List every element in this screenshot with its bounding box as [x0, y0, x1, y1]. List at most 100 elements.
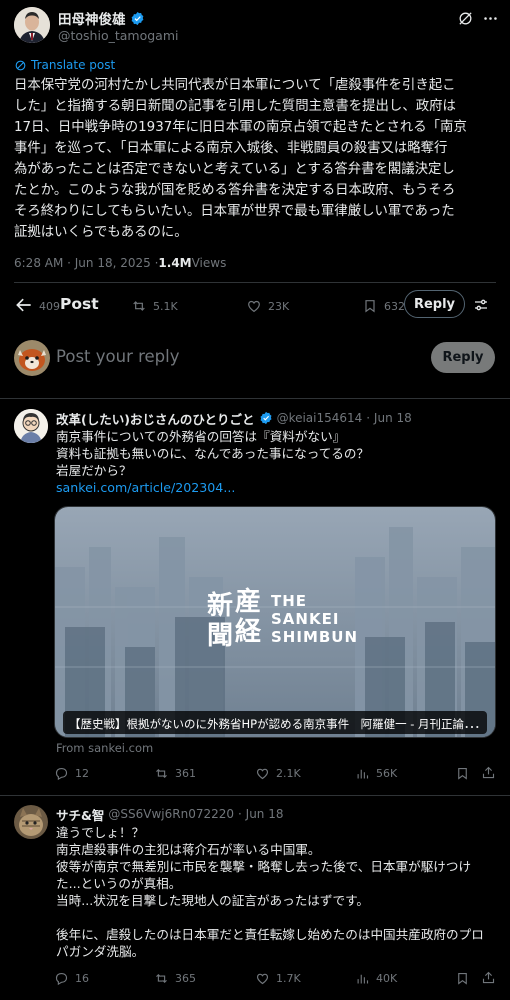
share-icon[interactable]: [481, 765, 496, 780]
divider: [0, 795, 510, 796]
like-icon: [256, 973, 269, 985]
bookmark-icon[interactable]: [455, 766, 470, 781]
divider: [14, 282, 496, 283]
bookmark-stat[interactable]: 632: [362, 298, 405, 314]
post-text-line: そろ終わりにしてもらいたい。日本軍が世界で最も軍律厳しい軍であった: [14, 204, 455, 219]
views-count: 40K: [376, 972, 398, 985]
logo-line-2: SANKEI: [271, 610, 340, 628]
translate-icon: [14, 59, 27, 72]
reply-text-line: 南京虐殺事件の主犯は蒋介石が率いる中国軍。: [56, 842, 321, 857]
reply-avatar[interactable]: [14, 805, 48, 839]
post-timestamp[interactable]: 6:28 AM · Jun 18, 2025 ·: [14, 256, 158, 270]
post-text-line: 事件」を巡って、「日本軍による南京入城後、非戦闘員の殺害又は略奪行: [14, 141, 448, 156]
reply-stat-replies[interactable]: 12: [54, 766, 89, 781]
logo-kanji-1: 産経: [235, 587, 262, 647]
divider: [0, 398, 510, 399]
reply-stat-views[interactable]: 56K: [355, 766, 397, 781]
logo-kanji-2: 新聞: [207, 591, 234, 651]
repost-count: 361: [175, 767, 196, 780]
card-source[interactable]: From sankei.com: [56, 741, 153, 755]
reply-link[interactable]: sankei.com/article/202304...: [56, 479, 496, 496]
reply-date[interactable]: · Jun 18: [366, 411, 411, 425]
reply-text-line: 彼等が南京で無差別に市民を襲撃・略奪し去った後で、日本軍が駆けつけ: [56, 859, 472, 874]
reply-text-line: 南京事件についての外務省の回答は『資料がない』: [56, 429, 346, 444]
post-text-line: 17日、日中戦争時の1937年に旧日本軍の南京占領で起きたとされる「南京: [14, 120, 467, 135]
reply-stat-replies[interactable]: 16: [54, 971, 89, 986]
reply-handle[interactable]: @keiai154614: [277, 411, 363, 425]
reply-text: 南京事件についての外務省の回答は『資料がない』 資料も証拠も無いのに、なんであっ…: [56, 428, 496, 496]
post-text-line: 日本保守党の河村たかし共同代表が日本軍について「虐殺事件を引き起こ: [14, 78, 456, 93]
views-count: 56K: [376, 767, 398, 780]
reply-stat-views[interactable]: 40K: [355, 971, 397, 986]
reply-text-line: 資料も証拠も無いのに、なんであった事になってるの？: [56, 446, 370, 461]
post-text-line: 証拠はいくらでもあるのに。: [14, 225, 188, 240]
reply-stat-reposts[interactable]: 365: [154, 971, 196, 986]
views-icon: [357, 769, 369, 779]
like-icon: [256, 768, 269, 780]
reply-handle[interactable]: @SS6Vwj6Rn072220: [108, 807, 234, 821]
like-icon: [248, 300, 260, 313]
post-text-line: 為があったことは否定できないと考えている」とする答弁書を閣議決定し: [14, 162, 455, 177]
grok-icon[interactable]: [457, 10, 474, 27]
reply-stat-likes[interactable]: 1.7K: [255, 971, 301, 986]
verified-badge-icon: [259, 411, 273, 425]
reply-count: 16: [75, 972, 89, 985]
reply-icon: [55, 972, 68, 986]
like-count: 2.1K: [276, 767, 301, 780]
repost-icon: [156, 973, 167, 984]
sticky-title: Post: [60, 295, 99, 313]
reply-text-line: 当時...状況を目撃した現地人の証言があったはずです。: [56, 893, 369, 908]
reply-avatar[interactable]: [14, 409, 48, 443]
like-count: 1.7K: [276, 972, 301, 985]
repost-count: 5.1K: [153, 299, 178, 313]
views-count: 1.4M: [158, 256, 192, 270]
translate-post-link[interactable]: Translate post: [31, 58, 115, 72]
reply-text-line: 違うでしょ！？: [56, 825, 145, 840]
reply-text-line: た...というのが真相。: [56, 876, 182, 891]
reply-author-name[interactable]: サチ&智: [56, 805, 104, 824]
bookmark-count: 632: [384, 299, 405, 313]
reply-icon: [55, 767, 68, 781]
main-author-handle[interactable]: @toshio_tamogami: [58, 28, 178, 43]
back-arrow-icon[interactable]: [14, 295, 34, 315]
views-icon: [357, 974, 369, 984]
logo-line-1: THE: [271, 592, 308, 610]
bookmark-icon[interactable]: [455, 971, 470, 986]
post-text-line: たとか。このような我が国を貶める答弁書を決定する日本政府、もうそろ: [14, 183, 456, 198]
bookmark-icon: [365, 300, 375, 313]
reply-text-line: [56, 909, 501, 926]
link-card[interactable]: 産経 THE SANKEI SHIMBUN 新聞 【歴史戦】根拠がないのに外務省…: [54, 506, 496, 738]
reply-date[interactable]: · Jun 18: [238, 807, 283, 821]
reply-author-name[interactable]: 改革(したい)おじさんのひとりごと: [56, 409, 255, 428]
user-avatar[interactable]: [14, 340, 50, 376]
reply-text-line: 後年に、虐殺したのは日本軍だと責任転嫁し始めたのは中国共産政府のプロ: [56, 927, 484, 942]
composer-reply-button[interactable]: Reply: [431, 342, 495, 373]
reply-stat-reposts[interactable]: 361: [154, 766, 196, 781]
views-label: Views: [191, 256, 227, 270]
post-text-line: した」と指摘する朝日新聞の記事を引用した質問主意書を提出し、政府は: [14, 99, 456, 114]
main-author-avatar[interactable]: [14, 7, 50, 43]
like-stat[interactable]: 23K: [246, 298, 289, 314]
repost-icon: [133, 301, 145, 311]
main-author-name[interactable]: 田母神俊雄: [58, 8, 126, 28]
reply-text-line: 岩屋だから？: [56, 463, 132, 478]
card-caption: 【歴史戦】根拠がないのに外務省HPが認める南京事件 阿羅健一 - 月刊正論オ..…: [63, 711, 487, 734]
like-count: 23K: [268, 299, 290, 313]
reply-text-line: パガンダ洗脳。: [56, 944, 145, 959]
repost-icon: [156, 768, 167, 779]
sticky-reply-button[interactable]: Reply: [404, 290, 465, 318]
card-caption-text: 【歴史戦】根拠がないのに外務省HPが認める南京事件 阿羅健一 - 月刊正論オ..…: [69, 717, 487, 731]
logo-line-3: SHIMBUN: [271, 628, 359, 646]
more-icon[interactable]: [482, 10, 499, 27]
reply-stat-likes[interactable]: 2.1K: [255, 766, 301, 781]
main-post-text: 日本保守党の河村たかし共同代表が日本軍について「虐殺事件を引き起こ した」と指摘…: [14, 75, 504, 243]
adjust-icon[interactable]: [472, 296, 490, 314]
repost-count: 365: [175, 972, 196, 985]
verified-badge-icon: [130, 11, 145, 26]
reply-text: 違うでしょ！？ 南京虐殺事件の主犯は蒋介石が率いる中国軍。 彼等が南京で無差別に…: [56, 824, 501, 960]
reply-count: 12: [75, 767, 89, 780]
reply-composer-input[interactable]: Post your reply: [56, 347, 180, 366]
repost-stat[interactable]: 5.1K: [131, 298, 178, 314]
share-icon[interactable]: [481, 970, 496, 985]
reply-count[interactable]: 409: [39, 300, 60, 313]
